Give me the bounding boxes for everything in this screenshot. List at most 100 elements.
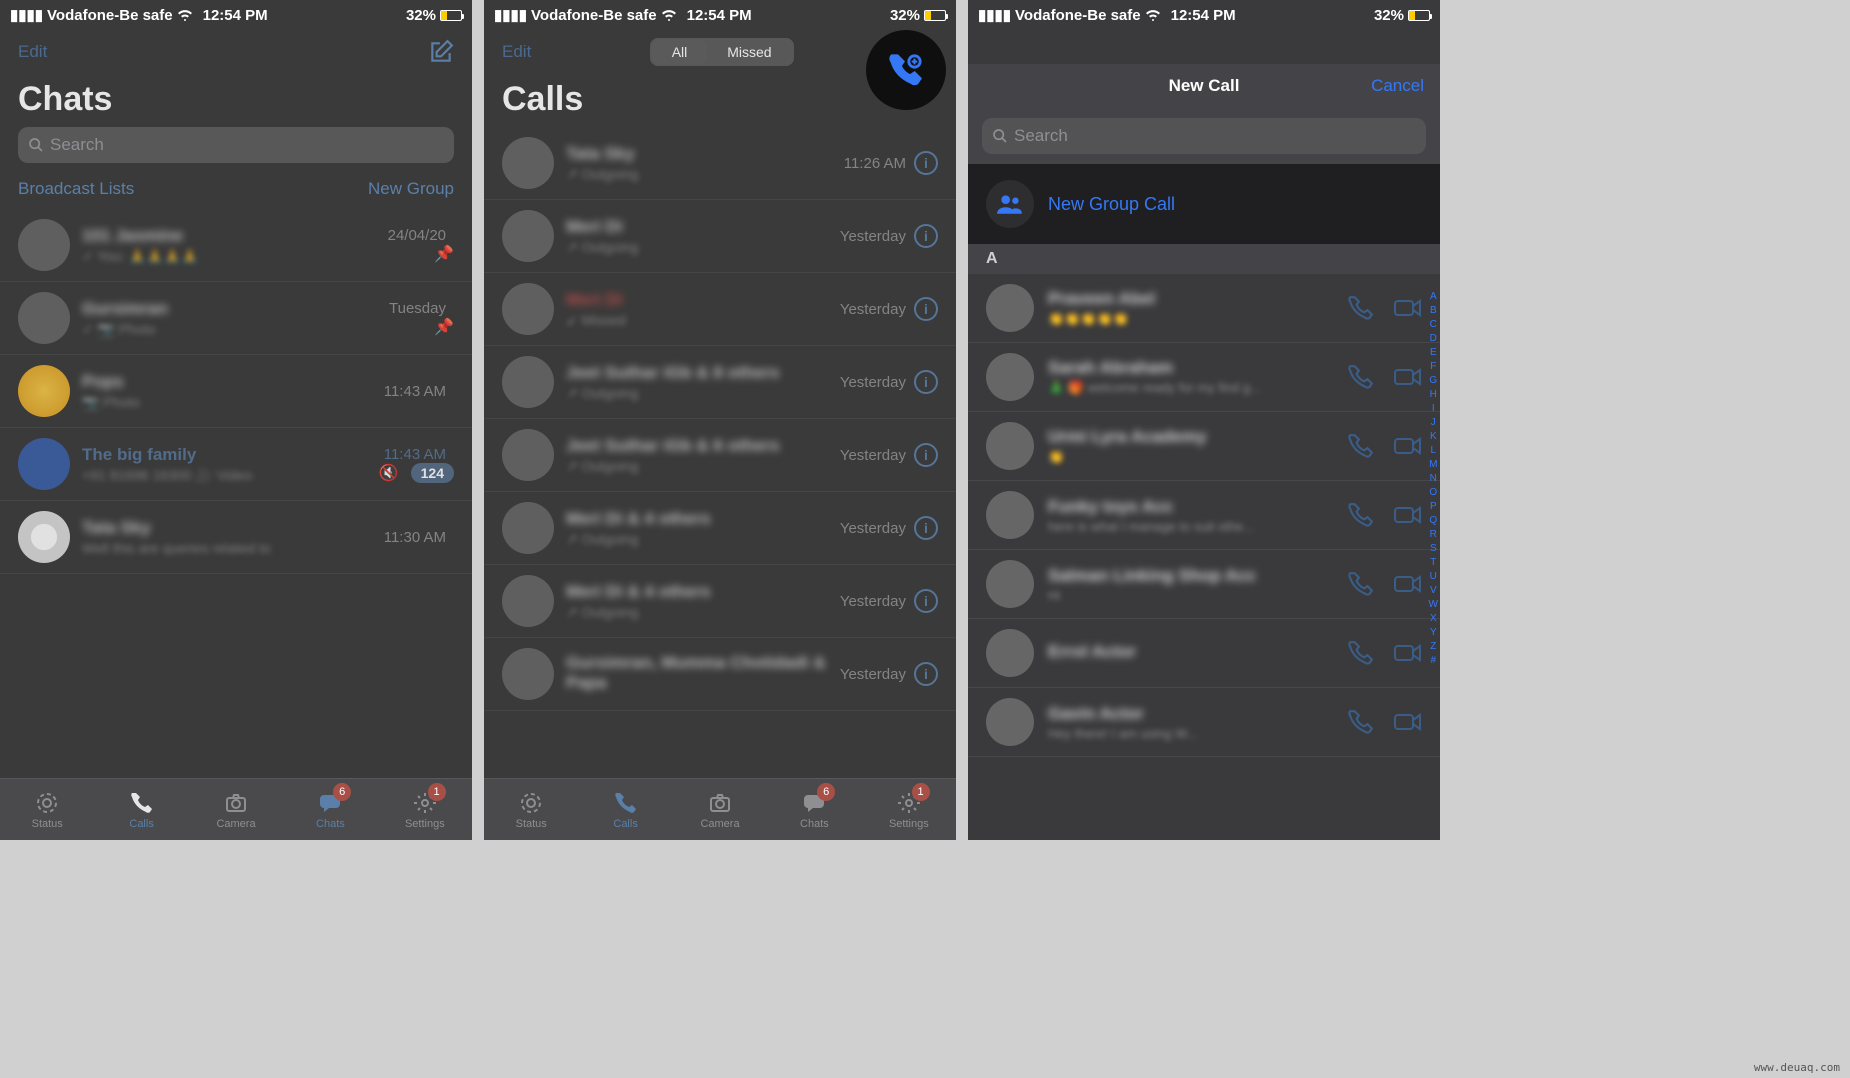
index-bar[interactable]: ABCDEFGHIJKLMNOPQRSTUVWXYZ# bbox=[1429, 290, 1438, 668]
compose-icon[interactable] bbox=[428, 39, 454, 65]
index-letter[interactable]: Y bbox=[1429, 626, 1438, 640]
call-phone-icon[interactable] bbox=[1348, 433, 1374, 459]
info-icon[interactable]: i bbox=[914, 151, 938, 175]
new-call-button[interactable] bbox=[866, 30, 946, 110]
call-time: 11:26 AM bbox=[844, 155, 906, 172]
index-letter[interactable]: G bbox=[1429, 374, 1438, 388]
tab-settings[interactable]: 1Settings bbox=[862, 779, 956, 840]
contact-row[interactable]: Gavin ActorHey there! I am using W... bbox=[968, 688, 1440, 757]
contact-row[interactable]: Salman Linking Shop AccHi bbox=[968, 550, 1440, 619]
contact-row[interactable]: Praveen Abel👏👏👏👏👏 bbox=[968, 274, 1440, 343]
call-video-icon[interactable] bbox=[1394, 298, 1422, 318]
tab-camera[interactable]: Camera bbox=[189, 779, 283, 840]
badge: 6 bbox=[817, 783, 835, 801]
call-row[interactable]: Gursimran, Mumma Chotidadi & PapaYesterd… bbox=[484, 638, 956, 711]
call-row[interactable]: Meri Di↙ MissedYesterdayi bbox=[484, 273, 956, 346]
index-letter[interactable]: U bbox=[1429, 570, 1438, 584]
search-input[interactable]: Search bbox=[982, 118, 1426, 154]
call-video-icon[interactable] bbox=[1394, 505, 1422, 525]
tab-calls[interactable]: Calls bbox=[578, 779, 672, 840]
new-group-call-row[interactable]: New Group Call bbox=[968, 164, 1440, 244]
call-video-icon[interactable] bbox=[1394, 643, 1422, 663]
tab-label: Camera bbox=[216, 818, 255, 830]
index-letter[interactable]: X bbox=[1429, 612, 1438, 626]
edit-button[interactable]: Edit bbox=[18, 42, 47, 62]
index-letter[interactable]: Q bbox=[1429, 514, 1438, 528]
index-letter[interactable]: W bbox=[1429, 598, 1438, 612]
tab-status[interactable]: Status bbox=[0, 779, 94, 840]
call-video-icon[interactable] bbox=[1394, 574, 1422, 594]
info-icon[interactable]: i bbox=[914, 662, 938, 686]
index-letter[interactable]: L bbox=[1429, 444, 1438, 458]
info-icon[interactable]: i bbox=[914, 370, 938, 394]
index-letter[interactable]: H bbox=[1429, 388, 1438, 402]
index-letter[interactable]: C bbox=[1429, 318, 1438, 332]
call-phone-icon[interactable] bbox=[1348, 502, 1374, 528]
call-row[interactable]: Meri Di & 4 others↗ OutgoingYesterdayi bbox=[484, 565, 956, 638]
edit-button[interactable]: Edit bbox=[502, 42, 531, 62]
call-row[interactable]: Tata Sky↗ Outgoing11:26 AMi bbox=[484, 127, 956, 200]
index-letter[interactable]: F bbox=[1429, 360, 1438, 374]
call-row[interactable]: Jeet Suthar iGb & 8 others↗ OutgoingYest… bbox=[484, 346, 956, 419]
tab-chats[interactable]: 6Chats bbox=[283, 779, 377, 840]
segmented-control[interactable]: All Missed bbox=[650, 38, 794, 66]
call-video-icon[interactable] bbox=[1394, 367, 1422, 387]
seg-all[interactable]: All bbox=[652, 40, 708, 64]
index-letter[interactable]: R bbox=[1429, 528, 1438, 542]
info-icon[interactable]: i bbox=[914, 297, 938, 321]
chat-row[interactable]: Gursimran✓ 📷 Photo Tuesday📌 bbox=[0, 282, 472, 355]
call-sub: ↗ Outgoing bbox=[566, 166, 844, 183]
broadcast-lists-link[interactable]: Broadcast Lists bbox=[18, 179, 134, 199]
chat-row[interactable]: Tata SkyWell this are queries related to… bbox=[0, 501, 472, 574]
index-letter[interactable]: P bbox=[1429, 500, 1438, 514]
index-letter[interactable]: A bbox=[1429, 290, 1438, 304]
index-letter[interactable]: V bbox=[1429, 584, 1438, 598]
tab-settings[interactable]: 1Settings bbox=[378, 779, 472, 840]
index-letter[interactable]: T bbox=[1429, 556, 1438, 570]
tab-calls[interactable]: Calls bbox=[94, 779, 188, 840]
info-icon[interactable]: i bbox=[914, 516, 938, 540]
info-icon[interactable]: i bbox=[914, 589, 938, 613]
call-phone-icon[interactable] bbox=[1348, 709, 1374, 735]
index-letter[interactable]: Z bbox=[1429, 640, 1438, 654]
seg-missed[interactable]: Missed bbox=[707, 40, 791, 64]
tab-status[interactable]: Status bbox=[484, 779, 578, 840]
tab-label: Settings bbox=[889, 818, 929, 830]
contact-row[interactable]: Urmi Lyra Academy👏 bbox=[968, 412, 1440, 481]
index-letter[interactable]: # bbox=[1429, 654, 1438, 668]
index-letter[interactable]: I bbox=[1429, 402, 1438, 416]
index-letter[interactable]: D bbox=[1429, 332, 1438, 346]
tab-camera[interactable]: Camera bbox=[673, 779, 767, 840]
index-letter[interactable]: M bbox=[1429, 458, 1438, 472]
cancel-button[interactable]: Cancel bbox=[1371, 76, 1424, 96]
index-letter[interactable]: O bbox=[1429, 486, 1438, 500]
index-letter[interactable]: K bbox=[1429, 430, 1438, 444]
index-letter[interactable]: J bbox=[1429, 416, 1438, 430]
search-input[interactable]: Search bbox=[18, 127, 454, 163]
index-letter[interactable]: B bbox=[1429, 304, 1438, 318]
info-icon[interactable]: i bbox=[914, 443, 938, 467]
tab-chats[interactable]: 6Chats bbox=[767, 779, 861, 840]
call-row[interactable]: Jeet Suthar iGb & 6 others↗ OutgoingYest… bbox=[484, 419, 956, 492]
call-video-icon[interactable] bbox=[1394, 436, 1422, 456]
call-phone-icon[interactable] bbox=[1348, 571, 1374, 597]
contact-row[interactable]: Funky toys Acchere is what I manage to s… bbox=[968, 481, 1440, 550]
chat-row[interactable]: The big family+91 81696 16300 🎥 Video 11… bbox=[0, 428, 472, 501]
search-icon bbox=[28, 137, 44, 153]
call-phone-icon[interactable] bbox=[1348, 295, 1374, 321]
contact-row[interactable]: Sarah Abraham🎄 🎁 welcome ready for my fi… bbox=[968, 343, 1440, 412]
contact-row[interactable]: Errol Actor bbox=[968, 619, 1440, 688]
call-row[interactable]: Meri Di↗ OutgoingYesterdayi bbox=[484, 200, 956, 273]
call-phone-icon[interactable] bbox=[1348, 364, 1374, 390]
call-row[interactable]: Meri Di & 4 others↗ OutgoingYesterdayi bbox=[484, 492, 956, 565]
chat-row[interactable]: Pops📷 Photo 11:43 AM bbox=[0, 355, 472, 428]
call-video-icon[interactable] bbox=[1394, 712, 1422, 732]
info-icon[interactable]: i bbox=[914, 224, 938, 248]
unread-badge: 124 bbox=[411, 463, 454, 483]
index-letter[interactable]: S bbox=[1429, 542, 1438, 556]
index-letter[interactable]: N bbox=[1429, 472, 1438, 486]
index-letter[interactable]: E bbox=[1429, 346, 1438, 360]
new-group-link[interactable]: New Group bbox=[368, 179, 454, 199]
call-phone-icon[interactable] bbox=[1348, 640, 1374, 666]
chat-row[interactable]: 101 Jasmine✓ You: 🙏🙏🙏🙏 24/04/20📌 bbox=[0, 209, 472, 282]
